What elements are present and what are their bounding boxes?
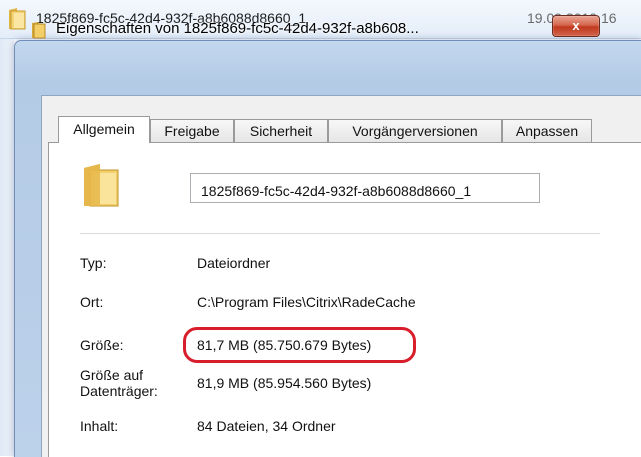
tab-freigabe[interactable]: Freigabe <box>150 119 234 142</box>
dialog-title: Eigenschaften von 1825f869-fc5c-42d4-932… <box>56 20 419 37</box>
highlight-annotation <box>183 327 416 363</box>
type-label: Typ: <box>80 255 107 271</box>
content-label: Inhalt: <box>80 418 119 434</box>
tab-label: Freigabe <box>164 123 220 139</box>
tab-sicherheit[interactable]: Sicherheit <box>234 119 328 142</box>
location-label: Ort: <box>80 294 104 310</box>
folder-icon <box>6 7 28 31</box>
separator <box>80 233 600 234</box>
close-icon: x <box>572 18 580 33</box>
tab-label: Allgemein <box>73 121 135 137</box>
tab-allgemein[interactable]: Allgemein <box>58 116 150 143</box>
size-on-disk-label-line1: Größe auf <box>80 367 144 383</box>
content-value: 84 Dateien, 34 Ordner <box>197 418 336 434</box>
size-on-disk-value: 81,9 MB (85.954.560 Bytes) <box>197 375 372 391</box>
size-on-disk-label: Größe auf Datenträger: <box>80 367 158 399</box>
size-label: Größe: <box>80 337 124 353</box>
location-value: C:\Program Files\Citrix\RadeCache <box>197 294 416 310</box>
folder-icon <box>30 21 48 39</box>
type-value: Dateiordner <box>197 255 271 271</box>
folder-icon <box>80 162 122 208</box>
size-on-disk-label-line2: Datenträger: <box>80 383 158 399</box>
tab-label: Anpassen <box>515 123 579 139</box>
explorer-background <box>0 39 14 456</box>
tab-label: Vorgängerversionen <box>352 123 478 139</box>
tab-vorgaengerversionen[interactable]: Vorgängerversionen <box>328 119 502 142</box>
folder-name-input[interactable] <box>190 173 540 203</box>
tab-anpassen[interactable]: Anpassen <box>502 119 592 142</box>
close-button[interactable]: x <box>552 15 600 37</box>
tab-label: Sicherheit <box>249 123 313 139</box>
